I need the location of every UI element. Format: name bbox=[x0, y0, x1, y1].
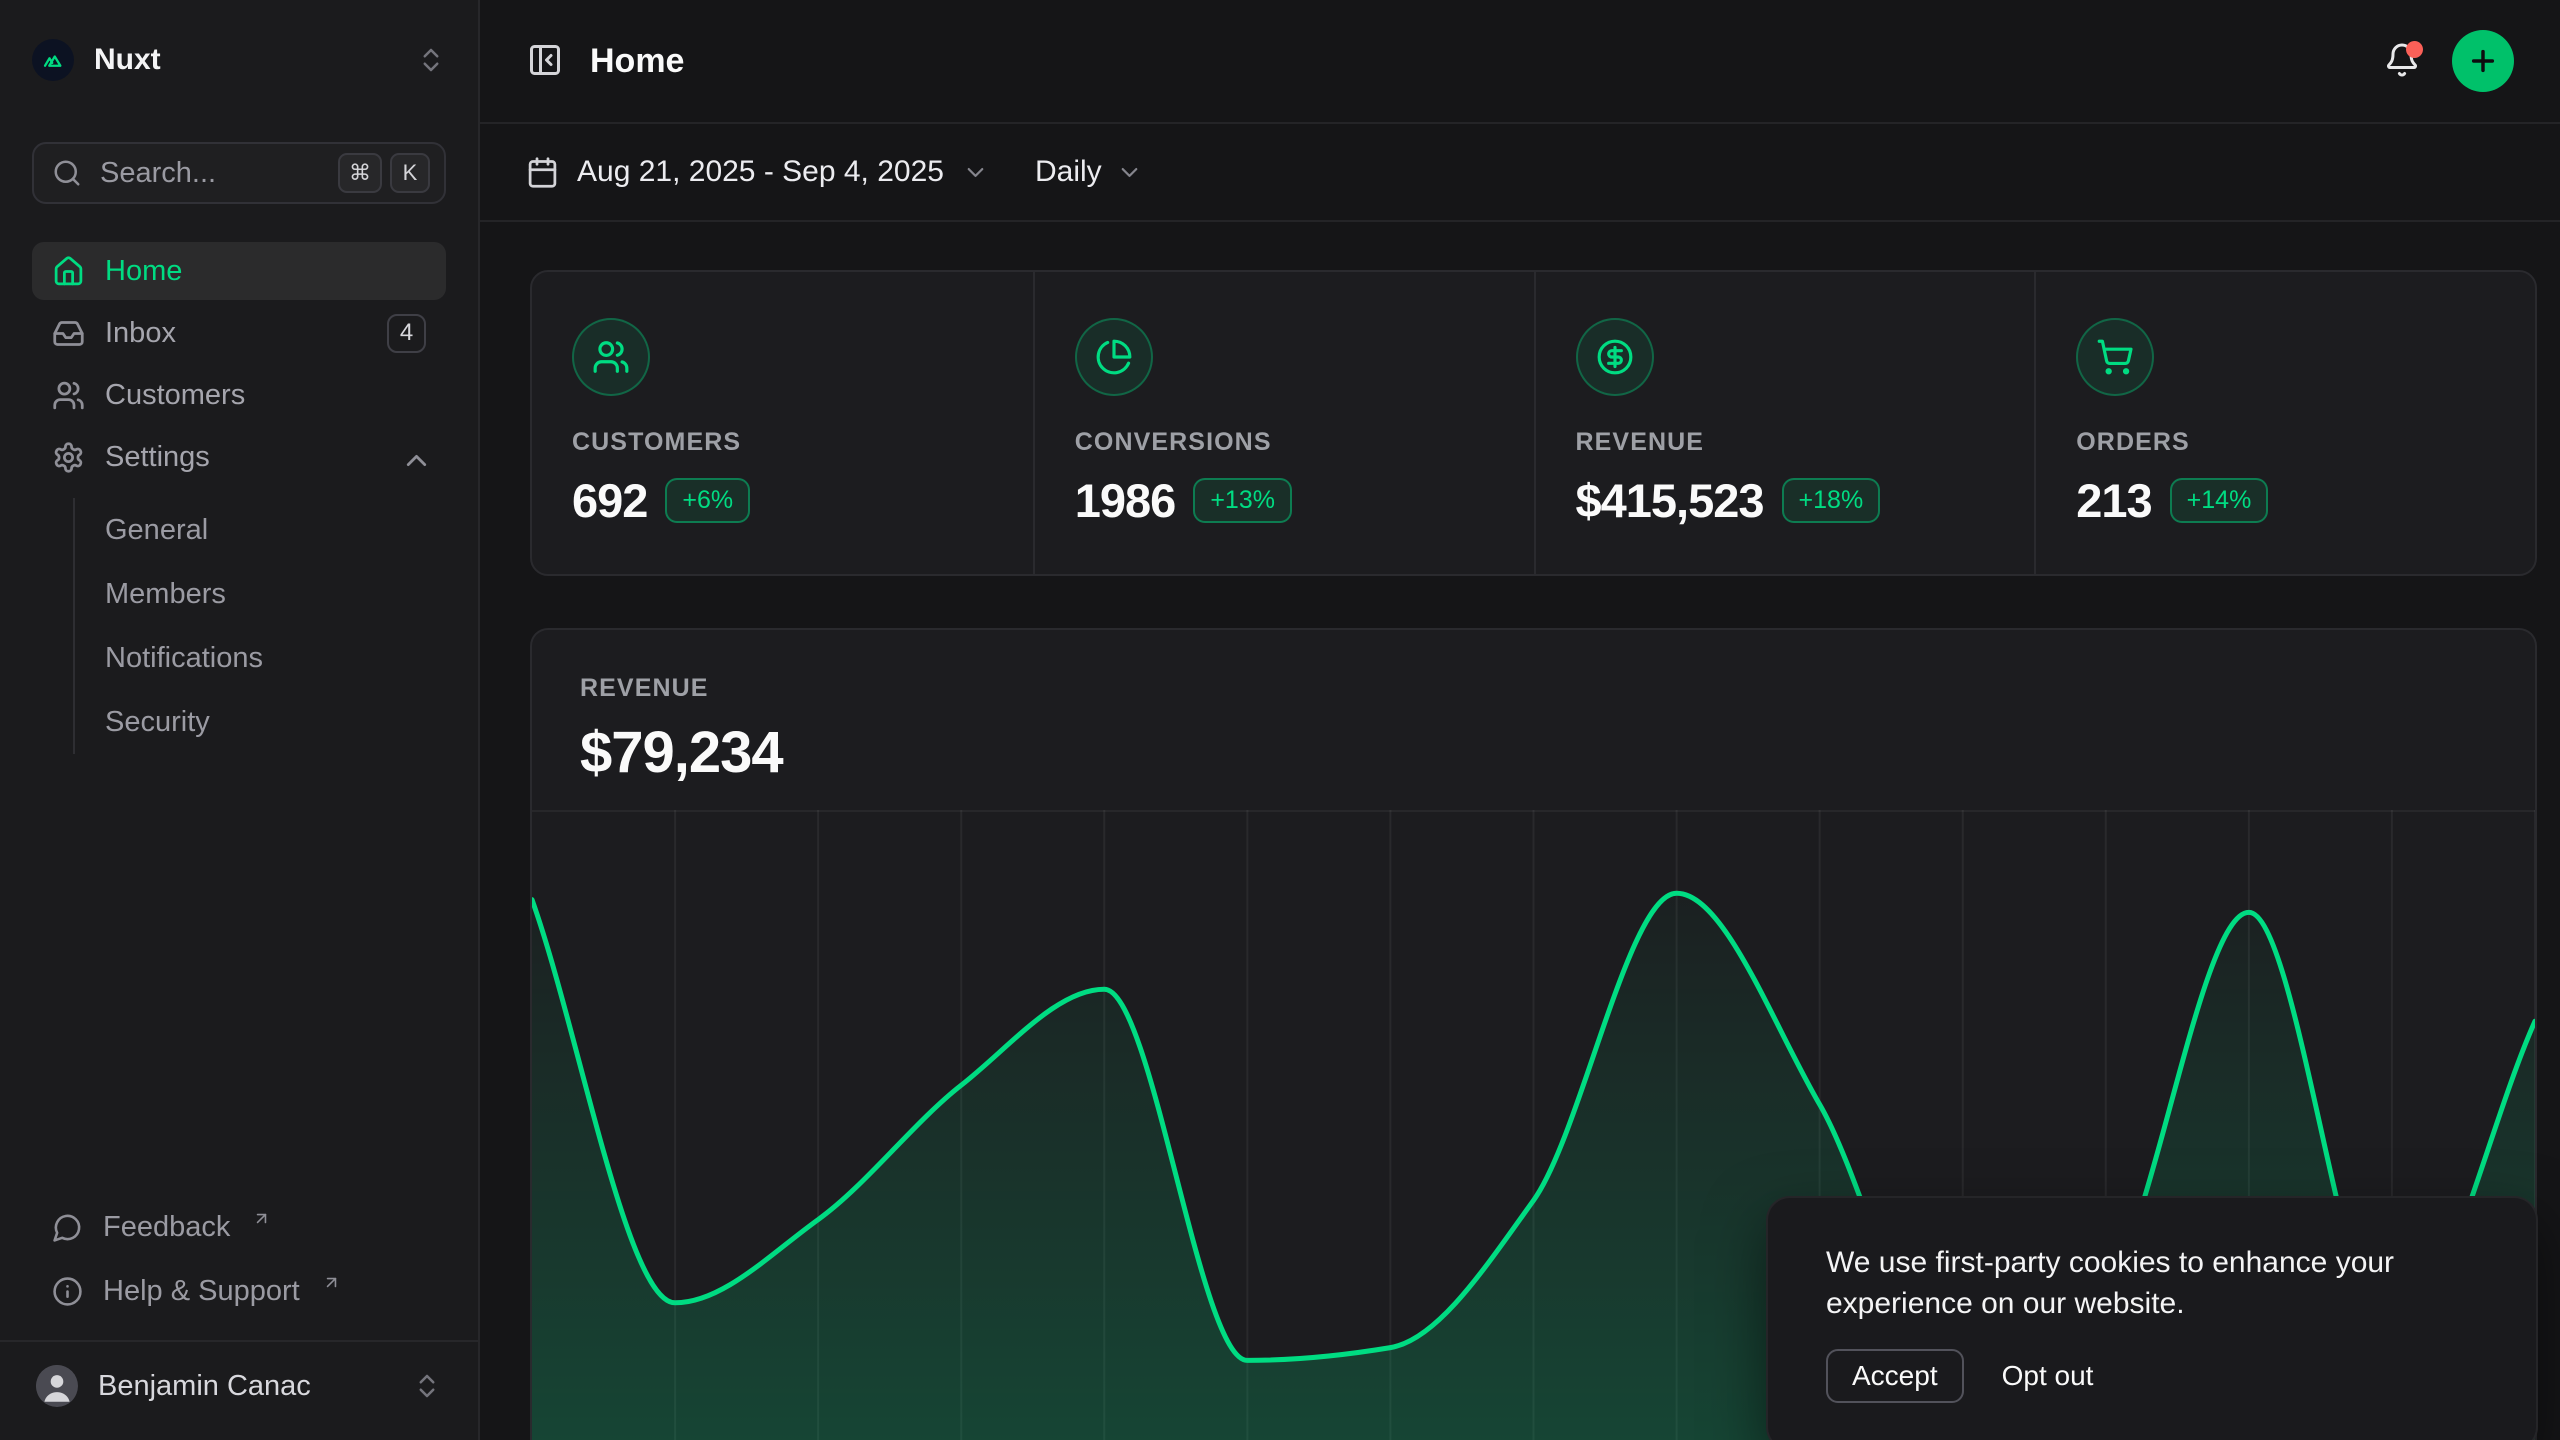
sub-item-label: Security bbox=[105, 706, 210, 739]
search-shortcut: ⌘ K bbox=[338, 153, 430, 193]
sidebar-item-members[interactable]: Members bbox=[105, 562, 446, 626]
sub-item-label: Notifications bbox=[105, 642, 263, 675]
sidebar-item-general[interactable]: General bbox=[105, 498, 446, 562]
filters-toolbar: Aug 21, 2025 - Sep 4, 2025 Daily bbox=[480, 124, 2560, 222]
stat-card-orders: ORDERS 213 +14% bbox=[2034, 272, 2535, 574]
pie-chart-icon bbox=[1075, 318, 1153, 396]
house-icon bbox=[52, 255, 85, 288]
notification-dot bbox=[2406, 41, 2423, 58]
stat-delta-badge: +18% bbox=[1782, 478, 1881, 523]
search-icon bbox=[52, 158, 82, 188]
sidebar-item-label: Inbox bbox=[105, 317, 176, 350]
sidebar-spacer bbox=[32, 754, 446, 1198]
stat-value: 1986 bbox=[1075, 473, 1176, 528]
message-bubble-icon bbox=[52, 1212, 83, 1243]
stat-delta-badge: +14% bbox=[2170, 478, 2269, 523]
chevrons-up-down-icon bbox=[416, 45, 446, 75]
sidebar-item-settings[interactable]: Settings bbox=[32, 428, 446, 486]
stat-label: REVENUE bbox=[1576, 428, 1995, 457]
brand-name: Nuxt bbox=[94, 43, 161, 77]
granularity-select[interactable]: Daily bbox=[1035, 155, 1143, 189]
workspace-selector[interactable]: Nuxt bbox=[32, 30, 446, 90]
sidebar-item-security[interactable]: Security bbox=[105, 690, 446, 754]
stat-card-customers: CUSTOMERS 692 +6% bbox=[532, 272, 1033, 574]
granularity-label: Daily bbox=[1035, 155, 1102, 189]
chevrons-up-down-icon bbox=[412, 1371, 442, 1401]
revenue-chart-label: REVENUE bbox=[580, 674, 2487, 703]
search-placeholder: Search... bbox=[100, 157, 216, 190]
sidebar-divider bbox=[0, 1340, 478, 1342]
stat-value: $415,523 bbox=[1576, 473, 1764, 528]
sidebar-item-home[interactable]: Home bbox=[32, 242, 446, 300]
stats-grid: CUSTOMERS 692 +6% CONVERSIONS 1986 bbox=[530, 270, 2537, 576]
stat-value: 213 bbox=[2076, 473, 2151, 528]
settings-subnav: General Members Notifications Security bbox=[73, 498, 446, 754]
page-title: Home bbox=[590, 42, 684, 81]
sidebar-item-label: Customers bbox=[105, 379, 245, 412]
external-link-icon bbox=[322, 1273, 341, 1292]
avatar bbox=[36, 1365, 78, 1407]
kbd-key: K bbox=[390, 153, 430, 193]
user-menu[interactable]: Benjamin Canac bbox=[32, 1354, 446, 1418]
sidebar-nav: Home Inbox 4 Customers bbox=[32, 242, 446, 754]
external-link-icon bbox=[252, 1209, 271, 1228]
users-icon bbox=[52, 379, 85, 412]
inbox-count-badge: 4 bbox=[387, 314, 426, 353]
sidebar-item-label: Settings bbox=[105, 441, 210, 474]
chevron-down-icon bbox=[962, 159, 989, 186]
kbd-meta: ⌘ bbox=[338, 153, 382, 193]
sidebar-item-label: Home bbox=[105, 255, 182, 288]
stat-value: 692 bbox=[572, 473, 647, 528]
sidebar: Nuxt Search... ⌘ K Home bbox=[0, 0, 480, 1440]
sidebar-item-customers[interactable]: Customers bbox=[32, 366, 446, 424]
cookie-actions: Accept Opt out bbox=[1826, 1349, 2478, 1403]
chevron-down-icon bbox=[1116, 159, 1143, 186]
plus-icon bbox=[2467, 45, 2499, 77]
sidebar-item-help-support[interactable]: Help & Support bbox=[32, 1262, 446, 1320]
sidebar-item-feedback[interactable]: Feedback bbox=[32, 1198, 446, 1256]
panel-left-close-icon bbox=[527, 42, 563, 78]
info-circle-icon bbox=[52, 1276, 83, 1307]
add-button[interactable] bbox=[2452, 30, 2514, 92]
cookie-banner: We use first-party cookies to enhance yo… bbox=[1766, 1196, 2538, 1440]
date-range-label: Aug 21, 2025 - Sep 4, 2025 bbox=[577, 155, 944, 189]
stat-label: CONVERSIONS bbox=[1075, 428, 1494, 457]
calendar-icon bbox=[526, 156, 559, 189]
accept-button[interactable]: Accept bbox=[1826, 1349, 1964, 1403]
page-header: Home bbox=[480, 0, 2560, 124]
chevron-up-icon bbox=[400, 444, 426, 470]
stat-delta-badge: +6% bbox=[665, 478, 750, 523]
notifications-button[interactable] bbox=[2382, 41, 2422, 81]
user-name: Benjamin Canac bbox=[98, 1370, 311, 1403]
footer-item-label: Feedback bbox=[103, 1211, 230, 1244]
stat-label: ORDERS bbox=[2076, 428, 2495, 457]
stat-card-conversions: CONVERSIONS 1986 +13% bbox=[1033, 272, 1534, 574]
gear-icon bbox=[52, 441, 85, 474]
stat-label: CUSTOMERS bbox=[572, 428, 993, 457]
search-input[interactable]: Search... ⌘ K bbox=[32, 142, 446, 204]
stat-card-revenue: REVENUE $415,523 +18% bbox=[1534, 272, 2035, 574]
revenue-chart-value: $79,234 bbox=[580, 719, 2487, 786]
sub-item-label: Members bbox=[105, 578, 226, 611]
cookie-message: We use first-party cookies to enhance yo… bbox=[1826, 1242, 2476, 1325]
sub-item-label: General bbox=[105, 514, 208, 547]
inbox-icon bbox=[52, 317, 85, 350]
collapse-sidebar-button[interactable] bbox=[526, 42, 564, 80]
sidebar-item-inbox[interactable]: Inbox 4 bbox=[32, 304, 446, 362]
stat-delta-badge: +13% bbox=[1193, 478, 1292, 523]
header-actions bbox=[2382, 30, 2514, 92]
circle-dollar-icon bbox=[1576, 318, 1654, 396]
footer-item-label: Help & Support bbox=[103, 1275, 300, 1308]
sidebar-footer: Feedback Help & Support bbox=[32, 1198, 446, 1320]
nuxt-logo-icon bbox=[32, 39, 74, 81]
date-range-picker[interactable]: Aug 21, 2025 - Sep 4, 2025 bbox=[526, 155, 989, 189]
sidebar-item-notifications[interactable]: Notifications bbox=[105, 626, 446, 690]
users-icon bbox=[572, 318, 650, 396]
opt-out-button[interactable]: Opt out bbox=[2002, 1360, 2094, 1392]
revenue-chart-header: REVENUE $79,234 bbox=[532, 630, 2535, 786]
dashboard-app: Nuxt Search... ⌘ K Home bbox=[0, 0, 2560, 1440]
shopping-cart-icon bbox=[2076, 318, 2154, 396]
